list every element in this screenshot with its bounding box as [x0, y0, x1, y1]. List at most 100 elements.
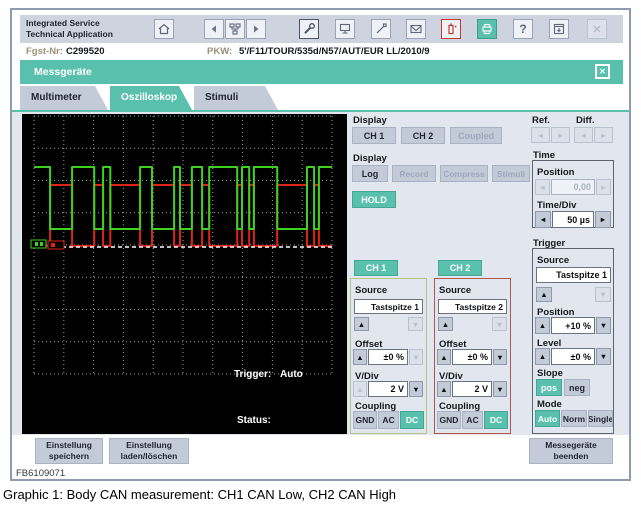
ref-next-button[interactable]: ► [551, 127, 570, 143]
arrow-right-icon: ► [599, 130, 608, 140]
trigger-level-value: ±0 % [551, 348, 595, 365]
timediv-next-button[interactable]: ► [595, 211, 611, 228]
time-position-prev-button[interactable]: ◄ [535, 179, 550, 195]
arrow-left-icon: ◄ [539, 215, 547, 224]
ch1-vdiv-down-button[interactable]: ▼ [409, 381, 423, 397]
display-ch1-button[interactable]: CH 1 [352, 127, 396, 144]
trigger-source-up-button[interactable]: ▲ [536, 287, 552, 302]
compress-button[interactable]: Compress [440, 165, 488, 182]
slope-pos-button[interactable]: pos [536, 379, 562, 396]
slope-neg-button[interactable]: neg [564, 379, 590, 396]
dialog-titlebar: Messgeräte ✕ [20, 60, 623, 84]
trigger-slope-label: Slope [537, 368, 563, 379]
diff-prev-button[interactable]: ◄ [574, 127, 593, 143]
home-button[interactable] [154, 19, 174, 39]
trigger-position-up-button[interactable]: ▲ [535, 317, 550, 334]
ch1-source-down-button[interactable]: ▼ [408, 317, 423, 331]
device-icon [339, 23, 351, 34]
trigger-mode-label: Mode [537, 399, 562, 410]
record-button[interactable]: Record [392, 165, 436, 182]
ch2-vdiv-down-button[interactable]: ▼ [493, 381, 507, 397]
time-position-next-button[interactable]: ► [596, 179, 611, 195]
ref-prev-button[interactable]: ◄ [531, 127, 550, 143]
stimuli-button[interactable]: Stimuli [492, 165, 530, 182]
tab-stimuli[interactable]: Stimuli [194, 86, 278, 110]
compress-label: Compress [443, 168, 485, 179]
log-button[interactable]: Log [352, 165, 388, 182]
ch2-source-label: Source [439, 285, 472, 296]
pkw-value: 5'/F11/TOUR/535d/N57/AUT/EUR LL/2010/9 [239, 46, 430, 57]
ch2-gnd-button[interactable]: GND [437, 411, 461, 429]
tab-multimeter[interactable]: Multimeter [20, 86, 108, 110]
load-settings-line2: laden/löschen [120, 451, 178, 461]
tab-oszilloskop[interactable]: Oszilloskop [110, 86, 192, 110]
hold-label: HOLD [361, 194, 387, 205]
probe-button[interactable] [371, 19, 391, 39]
ch2-offset-up-button[interactable]: ▲ [437, 349, 451, 365]
arrow-left-icon: ◄ [579, 130, 588, 140]
help-button[interactable]: ? [513, 19, 533, 39]
mode-auto-button[interactable]: Auto [535, 410, 560, 427]
ch2-source-down-button[interactable]: ▼ [492, 317, 507, 331]
scope-trigger-label: Trigger: [234, 369, 272, 380]
scope-trigger-value: Auto [280, 369, 303, 380]
printer-button[interactable] [477, 19, 497, 39]
device-button[interactable] [335, 19, 355, 39]
arrow-up-icon: ▲ [540, 290, 548, 299]
sitemap-button[interactable] [225, 19, 245, 39]
hold-button[interactable]: HOLD [352, 191, 396, 208]
load-settings-button[interactable]: Einstellung laden/löschen [109, 438, 189, 464]
ch2-dc-button[interactable]: DC [484, 411, 508, 429]
ch2-vdiv-up-button[interactable]: ▲ [437, 381, 451, 397]
ch2-offset-down-button[interactable]: ▼ [493, 349, 507, 365]
battery-button[interactable] [441, 19, 461, 39]
end-measurement-button[interactable]: Messegeräte beenden [529, 438, 613, 464]
arrow-down-icon: ▼ [599, 290, 607, 299]
mode-single-label: Single [588, 413, 613, 424]
window-button[interactable] [549, 19, 569, 39]
dialog-title: Messgeräte [34, 66, 92, 78]
ch1-offset-up-button[interactable]: ▲ [353, 349, 367, 365]
trigger-level-up-button[interactable]: ▲ [535, 348, 550, 365]
ch2-vdiv-value: 2 V [452, 381, 492, 397]
mode-single-button[interactable]: Single [588, 410, 613, 427]
timediv-prev-button[interactable]: ◄ [535, 211, 551, 228]
mail-button[interactable] [406, 19, 426, 39]
ch1-vdiv-up-button[interactable]: ▲ [353, 381, 367, 397]
wrench-button[interactable] [299, 19, 319, 39]
mode-norm-button[interactable]: Norm [561, 410, 587, 427]
figure-caption: Graphic 1: Body CAN measurement: CH1 CAN… [3, 487, 397, 502]
fgst-value: C299520 [66, 46, 105, 57]
back-button[interactable] [204, 19, 224, 39]
diff-next-button[interactable]: ► [594, 127, 613, 143]
display-coupled-button[interactable]: Coupled [450, 127, 502, 144]
trigger-source-down-button[interactable]: ▼ [595, 287, 611, 302]
dialog-close-button[interactable]: ✕ [595, 64, 610, 79]
app-title: Integrated Service Technical Application [26, 18, 113, 39]
ch1-offset-down-button[interactable]: ▼ [409, 349, 423, 365]
close-button[interactable] [587, 19, 607, 39]
app-title-line1: Integrated Service [26, 18, 100, 28]
ch1-dc-button[interactable]: DC [400, 411, 424, 429]
arrow-down-icon: ▼ [599, 321, 608, 330]
time-position-value: 0,00 [551, 179, 595, 195]
ch1-ac-button[interactable]: AC [378, 411, 399, 429]
ch2-source-up-button[interactable]: ▲ [438, 317, 453, 331]
trigger-level-down-button[interactable]: ▼ [596, 348, 611, 365]
ch2-ac-button[interactable]: AC [462, 411, 483, 429]
ch1-source-up-button[interactable]: ▲ [354, 317, 369, 331]
ch1-gnd-button[interactable]: GND [353, 411, 377, 429]
ch1-header-button[interactable]: CH 1 [354, 260, 398, 276]
forward-button[interactable] [246, 19, 266, 39]
probe-icon [376, 23, 387, 34]
ch1-source-value: Tastspitze 1 [354, 299, 423, 314]
home-icon [158, 23, 170, 35]
arrow-down-icon: ▼ [411, 319, 420, 329]
ch2-header-button[interactable]: CH 2 [438, 260, 482, 276]
arrow-down-icon: ▼ [412, 352, 420, 362]
record-label: Record [399, 168, 429, 179]
trigger-position-down-button[interactable]: ▼ [596, 317, 611, 334]
display-ch2-button[interactable]: CH 2 [401, 127, 445, 144]
close-icon [593, 25, 601, 33]
save-settings-button[interactable]: Einstellung speichern [35, 438, 103, 464]
